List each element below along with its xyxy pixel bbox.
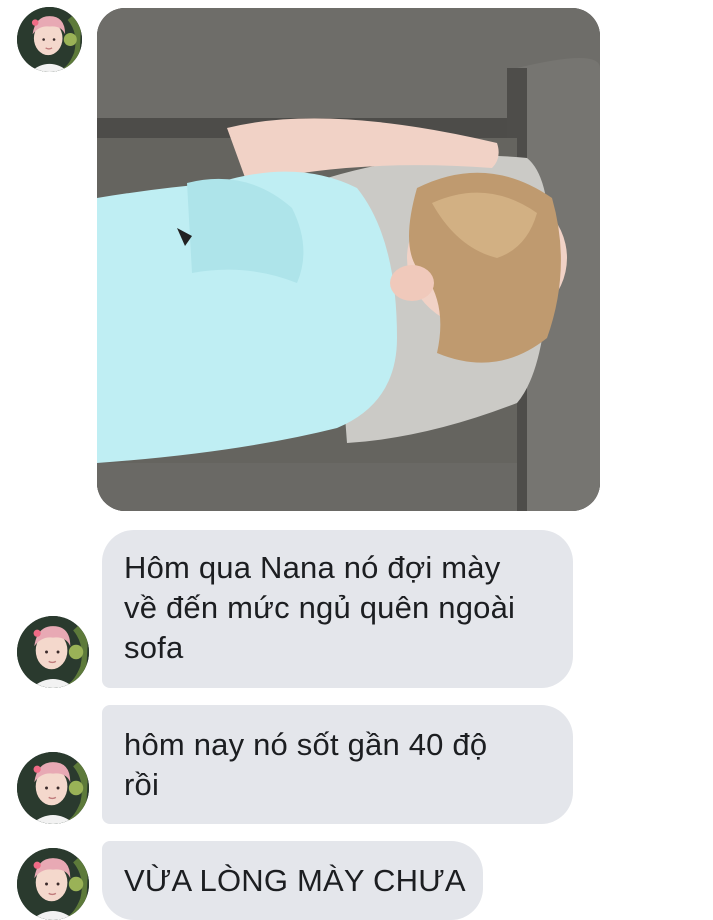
avatar-portrait-icon: [17, 7, 82, 72]
message-text-line: sofa: [124, 630, 184, 665]
message-text-line: VỪA LÒNG MÀY CHƯA: [124, 863, 466, 898]
sender-avatar[interactable]: [17, 7, 82, 72]
message-bubble[interactable]: Hôm qua Nana nó đợi mày về đến mức ngủ q…: [102, 530, 573, 688]
avatar-portrait-icon: [17, 848, 89, 920]
message-text-line: Hôm qua Nana nó đợi mày: [124, 550, 501, 585]
sender-avatar[interactable]: [17, 752, 89, 824]
message-bubble[interactable]: VỪA LÒNG MÀY CHƯA: [102, 841, 483, 920]
sender-avatar[interactable]: [17, 848, 89, 920]
message-bubble[interactable]: hôm nay nó sốt gần 40 độ rồi: [102, 705, 573, 824]
message-text-line: rồi: [124, 767, 160, 802]
message-text-line: hôm nay nó sốt gần 40 độ: [124, 727, 488, 762]
avatar-portrait-icon: [17, 752, 89, 824]
photo-image-of-sleeping-person: [97, 8, 600, 511]
sender-avatar[interactable]: [17, 616, 89, 688]
chat-thread: Hôm qua Nana nó đợi mày về đến mức ngủ q…: [0, 0, 713, 920]
photo-message[interactable]: [97, 8, 600, 511]
avatar-portrait-icon: [17, 616, 89, 688]
message-text-line: về đến mức ngủ quên ngoài: [124, 590, 516, 625]
